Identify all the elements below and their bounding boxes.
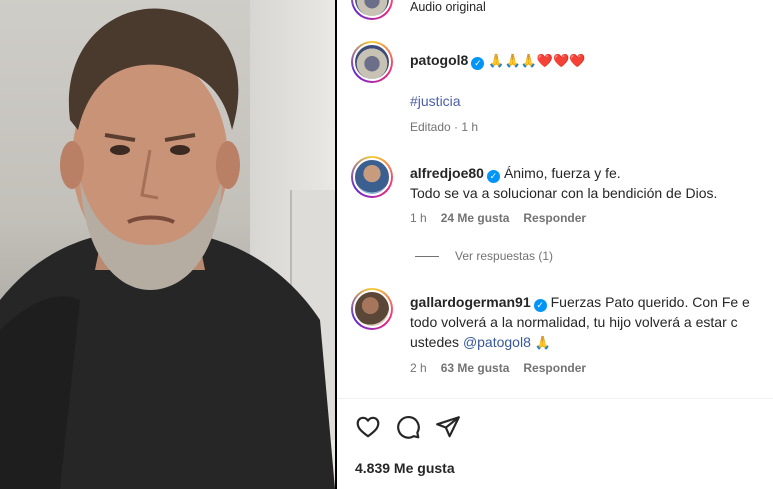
comment-text: Fuerzas Pato querido. Con Fe e [550,294,750,310]
comment-text: todo volverá a la normalidad, tu hijo vo… [410,314,738,330]
comment-text: Todo se va a solucionar con la bendición… [410,185,718,201]
hashtag-link[interactable]: #justicia [410,93,461,109]
comment-emoji: 🙏 [534,336,551,351]
actions-separator [337,398,773,399]
reply-button[interactable]: Responder [523,211,586,225]
verified-icon: ✓ [533,299,547,312]
commenter-username[interactable]: gallardogerman91 [410,294,531,310]
comment-time: 2 h [410,361,427,375]
reply-button[interactable]: Responder [523,361,586,375]
commenter-avatar[interactable] [351,288,393,330]
view-replies-button[interactable]: Ver respuestas (1) [415,249,553,263]
comment-body: alfredjoe80 ✓ Ánimo, fuerza y fe. Todo se … [410,163,717,203]
comments-panel: Audio original patogol8 ✓ 🙏🙏🙏❤️❤️❤️ #justi… [337,0,773,489]
view-replies-label: Ver respuestas (1) [455,249,554,263]
share-icon[interactable] [435,414,461,440]
comment-icon[interactable] [395,414,421,440]
man-video-frame [0,8,335,489]
comment-likes[interactable]: 63 Me gusta [441,361,510,375]
comment-time: 1 h [410,211,427,225]
caption-row: patogol8 ✓ 🙏🙏🙏❤️❤️❤️ [410,52,585,70]
comment-likes[interactable]: 24 Me gusta [441,211,510,225]
video-player[interactable] [0,0,335,489]
heart-icon[interactable] [355,414,381,440]
author-avatar-top[interactable] [351,0,393,20]
author-avatar[interactable] [351,41,393,83]
mention-link[interactable]: @patogol8 [463,334,531,350]
verified-icon: ✓ [486,170,500,183]
commenter-avatar[interactable] [351,156,393,198]
comment-meta: 1 h 24 Me gusta Responder [410,211,600,225]
comment-text: Ánimo, fuerza y fe. [503,165,621,181]
comment-body: gallardogerman91 ✓ Fuerzas Pato querido. C… [410,292,750,354]
action-bar [355,414,461,440]
comment-meta: 2 h 63 Me gusta Responder [410,361,600,375]
verified-icon: ✓ [471,57,485,70]
replies-line [415,256,439,258]
commenter-username[interactable]: alfredjoe80 [410,165,484,181]
audio-label[interactable]: Audio original [410,0,486,14]
caption-emojis: 🙏🙏🙏❤️❤️❤️ [488,54,586,69]
author-username[interactable]: patogol8 [410,52,468,68]
likes-count[interactable]: 4.839 Me gusta [355,460,455,476]
edited-meta: Editado · 1 h [410,120,479,134]
comment-text: ustedes [410,334,463,350]
